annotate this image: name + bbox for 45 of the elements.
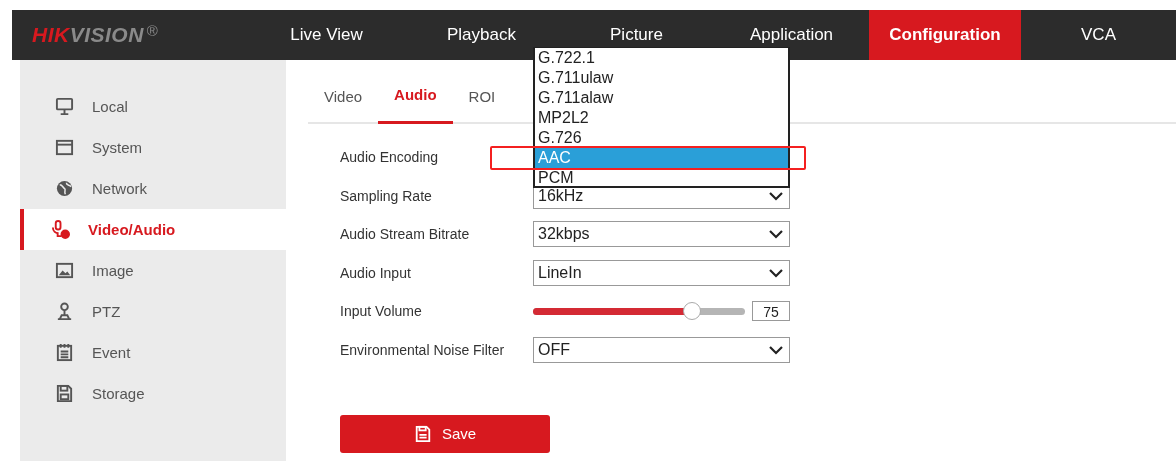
dropdown-option[interactable]: MP2L2 (535, 108, 788, 128)
field-label: Sampling Rate (340, 187, 433, 204)
sidebar-item[interactable]: Image (20, 250, 286, 291)
chevron-down-icon (769, 344, 783, 355)
field-label: Input Volume (340, 303, 423, 320)
globe-icon (55, 179, 74, 198)
field-label: Audio Input (340, 264, 412, 281)
volume-slider[interactable] (533, 302, 745, 321)
volume-input[interactable]: 75 (752, 301, 790, 322)
microphone-camera-icon (51, 220, 70, 239)
sub-tab[interactable]: ROI (452, 88, 512, 124)
chevron-down-icon (769, 229, 783, 240)
brand-logo: HIKVISION (32, 23, 144, 47)
save-button[interactable]: Save (340, 414, 550, 453)
monitor-icon (55, 97, 74, 116)
window-icon (55, 138, 74, 157)
slider-handle[interactable] (683, 301, 701, 320)
joystick-icon (55, 302, 74, 321)
sidebar-item[interactable]: PTZ (20, 291, 286, 332)
sidebar-item[interactable]: Local (20, 86, 286, 127)
sidebar-item[interactable]: Event (20, 332, 286, 373)
sidebar-item[interactable]: Storage (20, 373, 286, 414)
sidebar-item[interactable]: System (20, 127, 286, 168)
dropdown-option[interactable]: G.722.1 (535, 48, 788, 68)
select-field[interactable]: 32kbps (533, 221, 790, 248)
field-label: Audio Encoding (340, 149, 440, 165)
nav-tab[interactable]: VCA (1021, 10, 1176, 60)
select-field[interactable]: OFF (533, 336, 790, 363)
dropdown-option[interactable]: G.711alaw (535, 88, 788, 108)
sidebar-item[interactable]: Network (20, 168, 286, 209)
select-field[interactable]: LineIn (533, 259, 790, 286)
registered-mark: ® (146, 22, 158, 39)
field-label: Audio Stream Bitrate (340, 226, 471, 243)
dropdown-option[interactable]: G.711ulaw (535, 68, 788, 88)
nav-tab[interactable]: Live View (249, 10, 404, 60)
field-label: Environmental Noise Filter (340, 341, 506, 358)
dropdown-option[interactable]: G.726 (535, 128, 788, 148)
picture-icon (55, 261, 74, 280)
chevron-down-icon (769, 190, 783, 201)
sidebar-item[interactable]: Video/Audio (20, 209, 286, 250)
sub-tab[interactable]: Video (308, 88, 379, 124)
nav-tab[interactable]: Configuration (869, 10, 1021, 60)
chevron-down-icon (769, 267, 783, 278)
calendar-list-icon (55, 343, 74, 362)
sub-tab[interactable]: Audio (378, 86, 453, 124)
